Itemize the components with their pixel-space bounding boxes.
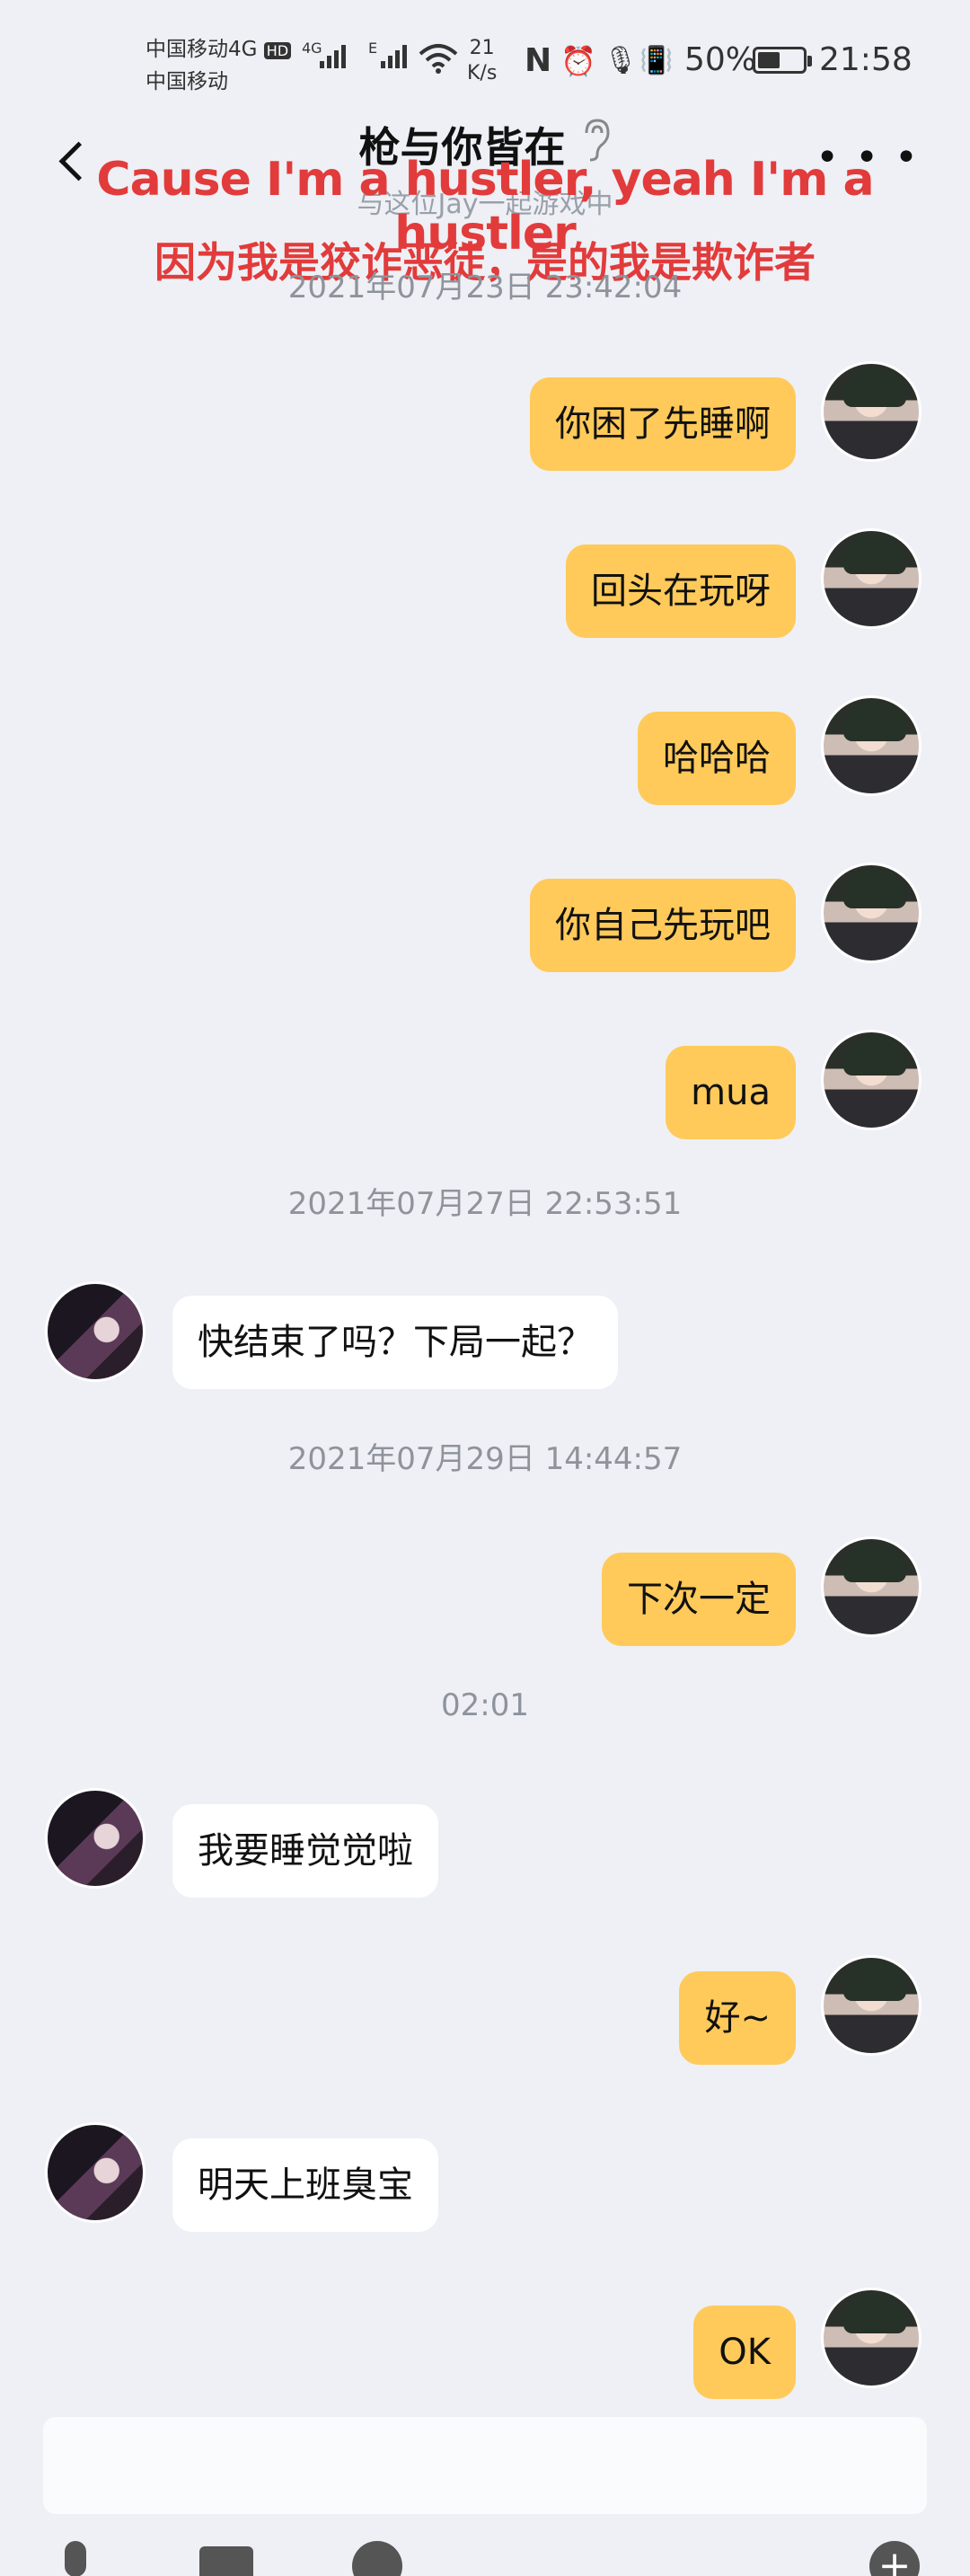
vibrate-icon: 📳 (639, 45, 674, 76)
carrier-1: 中国移动4G (146, 38, 258, 61)
message-bubble[interactable]: 你困了先睡啊 (530, 377, 796, 471)
message-bubble[interactable]: 快结束了吗？下局一起？ (172, 1296, 618, 1389)
net-speed: 21 K/s (467, 36, 497, 86)
image-icon[interactable] (199, 2541, 253, 2576)
my-avatar[interactable] (821, 1536, 922, 1637)
emoji-icon[interactable] (352, 2541, 402, 2576)
battery-percent: 50% (684, 41, 757, 78)
mic-status-icon: 🎙 (604, 45, 639, 76)
microphone-icon[interactable] (50, 2541, 101, 2576)
contact-avatar[interactable] (45, 1788, 146, 1889)
wifi-icon (419, 44, 458, 74)
signal-2-label: E (368, 40, 378, 57)
contact-avatar[interactable] (45, 2122, 146, 2223)
message-bubble[interactable]: 我要睡觉觉啦 (172, 1804, 438, 1898)
my-avatar[interactable] (821, 528, 922, 629)
carrier-info: 中国移动4G HD 中国移动 (146, 34, 292, 97)
message-bubble[interactable]: 好~ (679, 1971, 796, 2065)
timestamp: 2021年07月29日 14:44:57 (287, 1441, 683, 1477)
message-bubble[interactable]: 你自己先玩吧 (530, 879, 796, 972)
signal-bars-2-icon (381, 45, 407, 68)
contact-avatar[interactable] (45, 1281, 146, 1382)
hd-badge: HD (263, 42, 292, 59)
plus-icon[interactable] (869, 2541, 920, 2576)
my-avatar[interactable] (821, 2288, 922, 2388)
carrier-2: 中国移动 (146, 70, 228, 93)
my-avatar[interactable] (821, 695, 922, 796)
net-speed-unit: K/s (467, 62, 498, 84)
signal-bars-1-icon (320, 45, 346, 68)
net-speed-value: 21 (469, 37, 495, 59)
my-avatar[interactable] (821, 361, 922, 462)
message-bubble[interactable]: mua (666, 1046, 796, 1139)
my-avatar[interactable] (821, 1955, 922, 2056)
timestamp: 2021年07月27日 22:53:51 (287, 1186, 683, 1222)
timestamp: 2021年07月23日 23:42:04 (287, 270, 683, 305)
timestamp: 02:01 (441, 1687, 529, 1723)
my-avatar[interactable] (821, 1030, 922, 1130)
message-bubble[interactable]: OK (693, 2306, 796, 2399)
clock: 21:58 (819, 41, 913, 78)
message-input[interactable] (43, 2417, 927, 2514)
chat-header: 枪与你皆在 • • • 与这位Jay一起游戏中 Cause I'm a hust… (0, 108, 970, 288)
my-avatar[interactable] (821, 863, 922, 963)
battery-icon (753, 47, 812, 74)
nfc-icon: N (525, 42, 552, 79)
message-bubble[interactable]: 明天上班臭宝 (172, 2138, 438, 2232)
status-bar: 中国移动4G HD 中国移动 4G E 21 K/s N ⏰ 🎙 📳 50% 2… (0, 0, 970, 126)
message-bubble[interactable]: 回头在玩呀 (566, 544, 796, 638)
alarm-icon: ⏰ (560, 44, 596, 78)
message-bubble[interactable]: 哈哈哈 (638, 712, 796, 805)
message-bubble[interactable]: 下次一定 (602, 1553, 796, 1646)
